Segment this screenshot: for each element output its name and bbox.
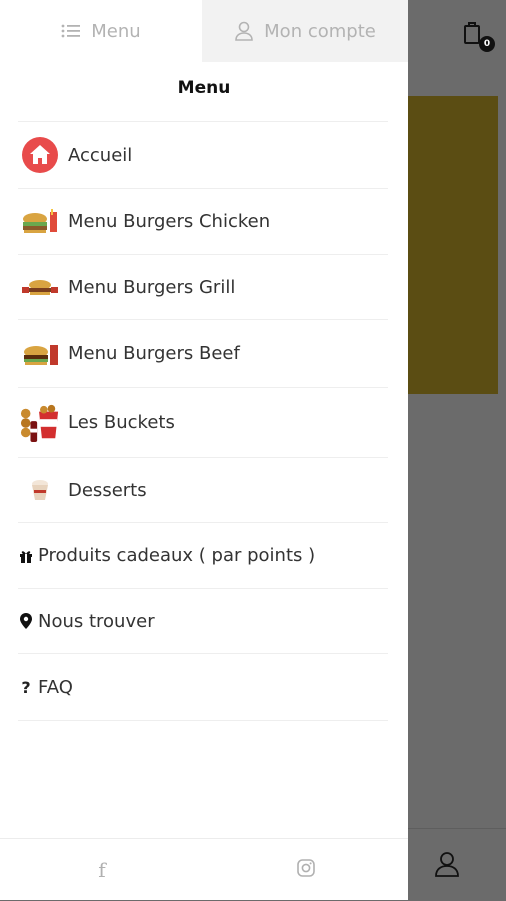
drawer-tabs: Menu Mon compte xyxy=(0,0,408,62)
user-icon xyxy=(234,21,254,41)
tab-menu[interactable]: Menu xyxy=(0,0,202,62)
menu-item-nous-trouver[interactable]: Nous trouver xyxy=(18,588,388,653)
side-drawer: Menu Mon compte Menu Accueil Menu Burger… xyxy=(0,0,408,900)
cart-count-badge: 0 xyxy=(479,36,495,52)
drawer-footer: f xyxy=(0,838,408,901)
tab-menu-label: Menu xyxy=(91,20,141,42)
cart-button[interactable]: 0 xyxy=(462,20,495,54)
question-icon: ? xyxy=(21,677,31,697)
list-icon xyxy=(61,23,81,39)
dessert-image xyxy=(20,470,60,510)
menu-item-accueil[interactable]: Accueil xyxy=(18,121,388,188)
menu-item-label: Menu Burgers Grill xyxy=(68,276,236,298)
gift-icon xyxy=(19,546,33,566)
instagram-icon xyxy=(297,859,315,881)
menu-item-produits-cadeaux[interactable]: Produits cadeaux ( par points ) xyxy=(18,522,388,588)
menu-item-label: Nous trouver xyxy=(38,610,155,632)
menu-item-label: Les Buckets xyxy=(68,412,175,433)
burger-grill-image xyxy=(20,267,60,307)
menu-item-label: Menu Burgers Chicken xyxy=(68,211,271,232)
facebook-icon: f xyxy=(98,858,106,882)
banner-image xyxy=(408,96,498,394)
menu-item-desserts[interactable]: Desserts xyxy=(18,457,388,522)
burger-chicken-image xyxy=(20,202,60,242)
instagram-link[interactable] xyxy=(204,839,408,901)
user-icon[interactable] xyxy=(433,850,461,878)
tab-account[interactable]: Mon compte xyxy=(202,0,408,62)
map-marker-icon xyxy=(19,611,33,631)
menu-item-burgers-beef[interactable]: Menu Burgers Beef xyxy=(18,319,388,387)
bucket-image xyxy=(20,403,60,443)
menu-item-label: Menu Burgers Beef xyxy=(68,343,240,364)
menu-divider xyxy=(18,720,388,722)
menu-item-label: Desserts xyxy=(68,479,147,501)
menu-item-buckets[interactable]: Les Buckets xyxy=(18,387,388,457)
burger-beef-image xyxy=(20,334,60,374)
menu-item-burgers-chicken[interactable]: Menu Burgers Chicken xyxy=(18,188,388,254)
drawer-title: Menu xyxy=(177,78,231,98)
menu-item-label: FAQ xyxy=(38,676,73,698)
tab-account-label: Mon compte xyxy=(264,20,376,42)
facebook-link[interactable]: f xyxy=(0,839,204,901)
menu-item-faq[interactable]: ? FAQ xyxy=(18,653,388,720)
home-icon xyxy=(20,135,60,175)
menu-list: Accueil Menu Burgers Chicken Menu Burger… xyxy=(18,121,388,722)
menu-item-label: Produits cadeaux ( par points ) xyxy=(38,545,316,566)
menu-item-label: Accueil xyxy=(68,144,133,166)
menu-item-burgers-grill[interactable]: Menu Burgers Grill xyxy=(18,254,388,319)
